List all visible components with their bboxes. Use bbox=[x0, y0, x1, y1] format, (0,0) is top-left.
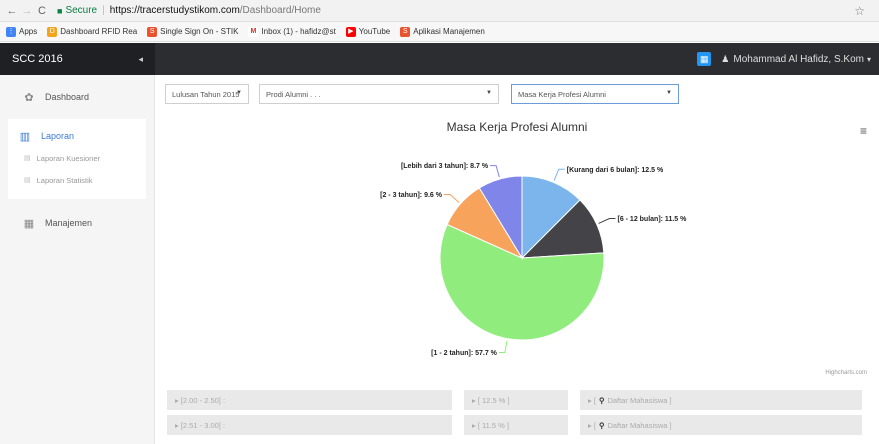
slice-connector bbox=[553, 168, 565, 181]
bookmark-label: Single Sign On - STIK bbox=[160, 27, 239, 36]
range-cell: ▸ [2.51 - 3.00] : bbox=[167, 415, 452, 435]
caret-down-icon: ▼ bbox=[236, 90, 242, 96]
link-label: Daftar Mahasiswa bbox=[607, 395, 668, 405]
select-value: Prodi Alumni . . . bbox=[266, 89, 321, 99]
slice-connector bbox=[490, 165, 500, 178]
bookmarks-bar: ⋮ Apps D Dashboard RFID Rea S Single Sign O… bbox=[0, 22, 879, 42]
user-name[interactable]: Mohammad Al Hafidz, S.Kom bbox=[733, 54, 864, 65]
sidebar-subitem-kuesioner[interactable]: ▤ Laporan Kuesioner bbox=[8, 147, 146, 169]
sidebar-item-dashboard[interactable]: ✿ Dashboard bbox=[0, 79, 154, 115]
reload-icon[interactable]: C bbox=[36, 5, 48, 17]
slice-label: [2 - 3 tahun]: 9.6 % bbox=[380, 192, 443, 199]
link-label: Daftar Mahasiswa bbox=[607, 420, 668, 430]
stikom-icon: S bbox=[400, 26, 411, 37]
bookmark-label: Aplikasi Manajemen bbox=[413, 27, 485, 36]
table-row: ▸ [2.51 - 3.00] : ▸ [ 11.5 % ] ▸ [⚲ Dafta… bbox=[167, 415, 867, 435]
sidebar-item-manajemen[interactable]: ▦ Manajemen bbox=[0, 205, 154, 241]
sidebar-item-label: Manajemen bbox=[45, 218, 93, 228]
bookmark-aplikasi[interactable]: S Aplikasi Manajemen bbox=[400, 26, 485, 37]
address-separator: | bbox=[102, 5, 105, 16]
bookmark-star-icon[interactable]: ☆ bbox=[854, 4, 865, 18]
back-icon[interactable]: ← bbox=[6, 5, 18, 17]
brand: SCC 2016 ◂ bbox=[0, 43, 155, 75]
table-row: ▸ [2.00 - 2.50] : ▸ [ 12.5 % ] ▸ [⚲ Dafta… bbox=[167, 390, 867, 410]
sidebar-toggle-icon[interactable]: ◂ bbox=[138, 54, 143, 65]
lock-icon: ■ bbox=[57, 5, 63, 16]
browser-toolbar: ← → C ■ Secure | https://tracerstudystik… bbox=[0, 0, 879, 22]
bookmark-label: YouTube bbox=[358, 27, 391, 36]
lulusan-select[interactable]: Lulusan Tahun 2015 ▼ bbox=[165, 84, 249, 104]
list-icon: ▤ bbox=[24, 155, 31, 162]
search-icon: ⚲ bbox=[598, 420, 605, 430]
slice-label: [6 - 12 bulan]: 11.5 % bbox=[617, 216, 687, 223]
bookmark-label: Dashboard RFID Rea bbox=[60, 27, 138, 36]
slice-connector bbox=[598, 217, 616, 224]
stikom-icon: S bbox=[147, 26, 158, 37]
slice-label: [Lebih dari 3 tahun]: 8.7 % bbox=[401, 163, 489, 170]
range-cell: ▸ [2.00 - 2.50] : bbox=[167, 390, 452, 410]
bookmark-dashboard-rfid[interactable]: D Dashboard RFID Rea bbox=[47, 26, 138, 37]
secure-label: Secure bbox=[65, 5, 98, 16]
chevron-down-icon[interactable]: ▾ bbox=[867, 55, 871, 64]
list-icon: ▤ bbox=[24, 177, 31, 184]
bookmark-inbox[interactable]: M Inbox (1) - hafidz@st bbox=[248, 26, 336, 37]
bar-chart-icon: ▥ bbox=[19, 130, 31, 143]
search-icon: ⚲ bbox=[598, 395, 605, 405]
bookmark-youtube[interactable]: ▶ YouTube bbox=[345, 26, 391, 37]
rfid-icon: D bbox=[47, 26, 58, 37]
sidebar-item-label: Dashboard bbox=[45, 92, 90, 102]
app-header: SCC 2016 ◂ ▦ ♟ Mohammad Al Hafidz, S.Kom… bbox=[0, 43, 879, 75]
slice-connector bbox=[498, 340, 508, 353]
sidebar-laporan-panel: ▥ Laporan ▤ Laporan Kuesioner ▤ Laporan … bbox=[8, 119, 146, 199]
pie-svg: [Kurang dari 6 bulan]: 12.5 % [6 - 12 bul… bbox=[380, 163, 687, 357]
slice-connector bbox=[443, 194, 460, 203]
bookmark-label: Inbox (1) - hafidz@st bbox=[261, 27, 336, 36]
bookmark-apps[interactable]: ⋮ Apps bbox=[6, 26, 38, 37]
slice-label: [1 - 2 tahun]: 57.7 % bbox=[431, 350, 498, 357]
percent-cell: ▸ [ 11.5 % ] bbox=[464, 415, 568, 435]
select-value: Masa Kerja Profesi Alumni bbox=[518, 89, 606, 99]
prodi-select[interactable]: Prodi Alumni . . . ▼ bbox=[259, 84, 499, 104]
forward-icon[interactable]: → bbox=[21, 5, 33, 17]
stat-rows: ▸ [2.00 - 2.50] : ▸ [ 12.5 % ] ▸ [⚲ Dafta… bbox=[167, 390, 867, 440]
caret-down-icon: ▼ bbox=[486, 90, 492, 96]
gmail-icon: M bbox=[248, 26, 259, 37]
table-icon: ▦ bbox=[23, 217, 35, 230]
pie-chart: Masa Kerja Profesi Alumni ≡ [Kurang dari… bbox=[155, 112, 879, 384]
slice-label: [Kurang dari 6 bulan]: 12.5 % bbox=[567, 167, 664, 174]
kategori-select[interactable]: Masa Kerja Profesi Alumni ▼ bbox=[511, 84, 679, 104]
sidebar-item-laporan[interactable]: ▥ Laporan bbox=[8, 125, 146, 147]
apps-grid-icon: ⋮ bbox=[6, 26, 16, 37]
caret-down-icon: ▼ bbox=[666, 90, 672, 96]
select-value: Lulusan Tahun 2015 bbox=[172, 89, 240, 99]
palette-icon: ✿ bbox=[24, 91, 34, 104]
percent-cell: ▸ [ 12.5 % ] bbox=[464, 390, 568, 410]
url-host: https://tracerstudystikom.com bbox=[109, 5, 240, 16]
apps-grid-button[interactable]: ▦ bbox=[697, 52, 712, 66]
daftar-mahasiswa-link[interactable]: ▸ [⚲ Daftar Mahasiswa ] bbox=[580, 390, 862, 410]
sidebar: ✿ Dashboard ▥ Laporan ▤ Laporan Kuesione… bbox=[0, 75, 155, 444]
sidebar-subitem-statistik[interactable]: ▤ Laporan Statistik bbox=[8, 169, 146, 191]
bookmark-label: Apps bbox=[19, 27, 38, 36]
user-icon: ♟ bbox=[721, 53, 730, 64]
youtube-icon: ▶ bbox=[345, 26, 356, 37]
bookmark-sso[interactable]: S Single Sign On - STIK bbox=[147, 26, 239, 37]
url-path: /Dashboard/Home bbox=[239, 5, 321, 16]
header-right: ▦ ♟ Mohammad Al Hafidz, S.Kom ▾ bbox=[697, 43, 871, 75]
sidebar-item-label: Laporan bbox=[41, 131, 75, 141]
sidebar-subitem-label: Laporan Kuesioner bbox=[36, 153, 101, 163]
address-bar[interactable]: ■ Secure | https://tracerstudystikom.com… bbox=[57, 5, 321, 16]
sidebar-subitem-label: Laporan Statistik bbox=[36, 175, 93, 185]
daftar-mahasiswa-link[interactable]: ▸ [⚲ Daftar Mahasiswa ] bbox=[580, 415, 862, 435]
highcharts-credits[interactable]: Highcharts.com bbox=[825, 370, 867, 376]
brand-title: SCC 2016 bbox=[12, 53, 63, 65]
